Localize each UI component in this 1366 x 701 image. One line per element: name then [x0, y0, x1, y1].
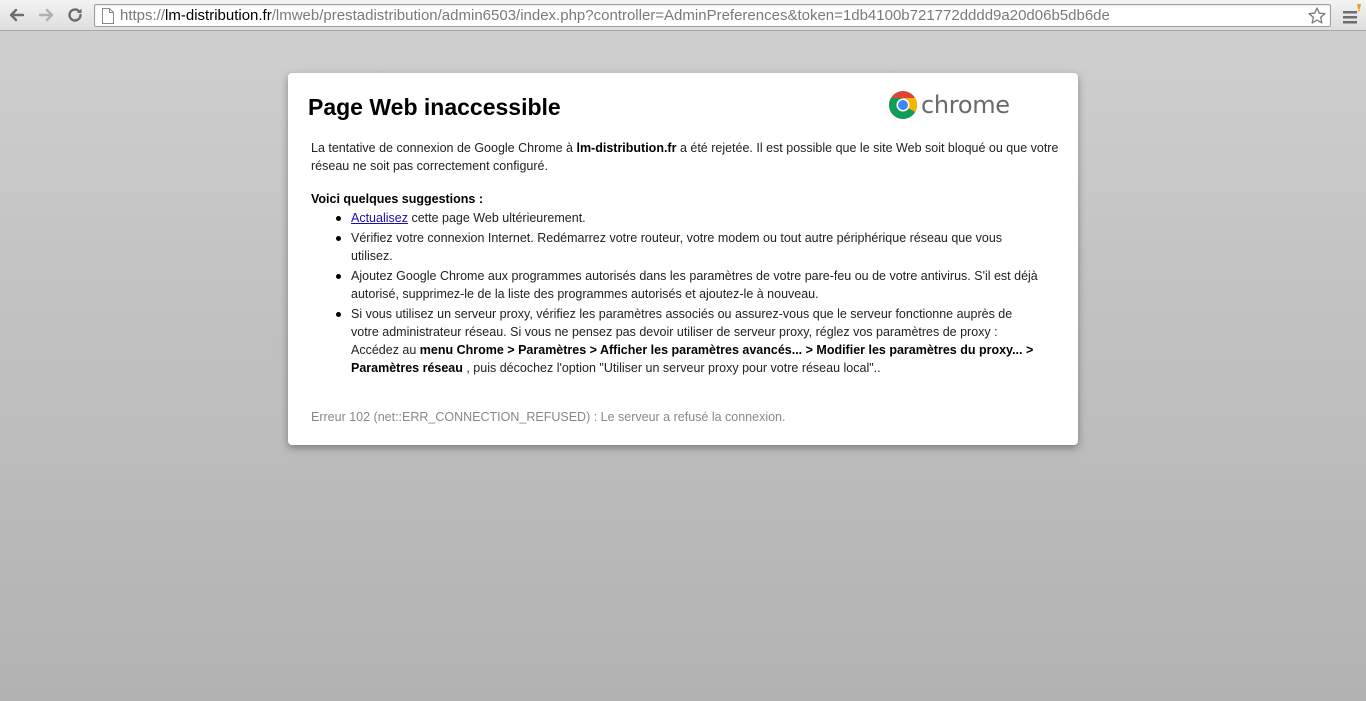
reload-button[interactable]	[64, 4, 86, 26]
suggestion-text: Ajoutez Google Chrome aux programmes aut…	[351, 269, 1038, 301]
intro-text: La tentative de connexion de Google Chro…	[311, 141, 577, 155]
suggestions-title: Voici quelques suggestions :	[311, 192, 484, 206]
error-panel: chrome Page Web inaccessible La tentativ…	[288, 73, 1078, 445]
reload-icon	[68, 8, 82, 22]
menu-icon[interactable]	[1339, 4, 1363, 28]
page-title: Page Web inaccessible	[308, 94, 561, 120]
intro-host: lm-distribution.fr	[576, 141, 677, 155]
suggestions-list: Actualisez cette page Web ultérieurement…	[333, 209, 1043, 379]
url-text[interactable]: https://lm-distribution.fr/lmweb/prestad…	[120, 7, 1110, 25]
chrome-logo-icon	[889, 91, 917, 119]
forward-button[interactable]	[35, 4, 57, 26]
page-icon	[102, 8, 114, 24]
back-button[interactable]	[6, 4, 28, 26]
back-arrow-icon	[9, 8, 25, 22]
address-bar[interactable]: https://lm-distribution.fr/lmweb/prestad…	[94, 4, 1331, 27]
browser-toolbar: https://lm-distribution.fr/lmweb/prestad…	[0, 0, 1366, 31]
chrome-logo-text: chrome	[921, 91, 1010, 119]
list-item: Si vous utilisez un serveur proxy, vérif…	[333, 305, 1043, 377]
list-item: Actualisez cette page Web ultérieurement…	[333, 209, 1043, 227]
list-item: Ajoutez Google Chrome aux programmes aut…	[333, 267, 1043, 303]
suggestion-text: cette page Web ultérieurement.	[407, 211, 586, 225]
error-description: La tentative de connexion de Google Chro…	[311, 139, 1061, 175]
bookmark-star-icon[interactable]	[1307, 6, 1327, 26]
url-host: lm-distribution.fr	[165, 7, 272, 24]
forward-arrow-icon	[38, 8, 54, 22]
url-scheme: https://	[120, 7, 166, 24]
suggestion-text: Vérifiez votre connexion Internet. Redém…	[351, 231, 1003, 263]
url-path: /lmweb/prestadistribution/admin6503/inde…	[271, 7, 1110, 24]
chrome-logo: chrome	[888, 90, 1010, 120]
suggestion-text-end: , puis décochez l'option "Utiliser un se…	[462, 361, 881, 375]
list-item: Vérifiez votre connexion Internet. Redém…	[333, 229, 1043, 265]
error-code: Erreur 102 (net::ERR_CONNECTION_REFUSED)…	[311, 410, 786, 424]
reload-link[interactable]: Actualisez	[351, 211, 408, 225]
